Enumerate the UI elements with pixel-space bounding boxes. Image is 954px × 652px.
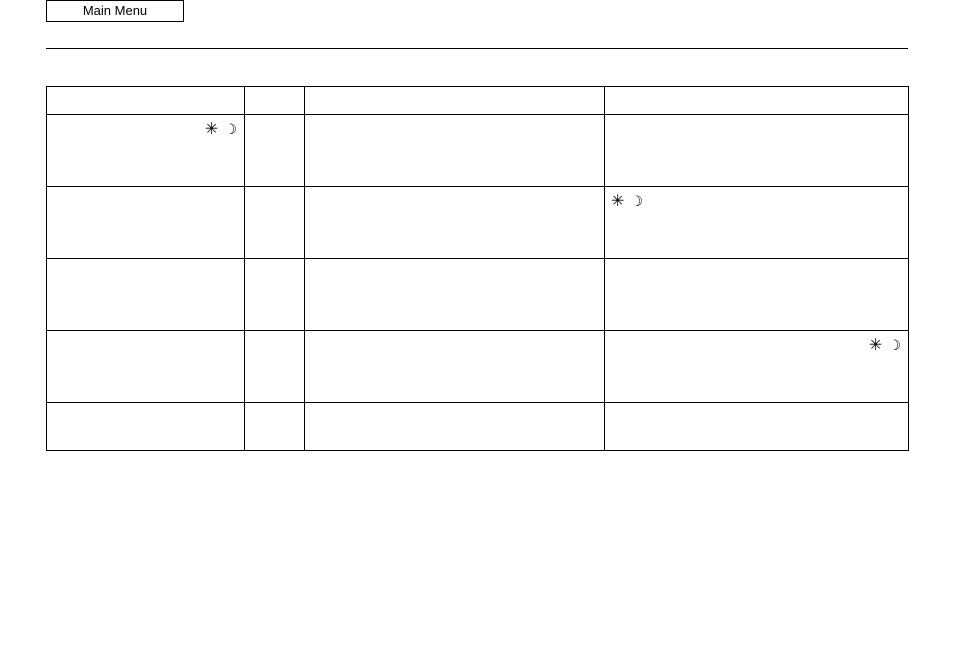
table-cell: ✳ ☽ xyxy=(605,331,909,403)
table-cell xyxy=(47,259,245,331)
table-cell xyxy=(605,115,909,187)
table-cell xyxy=(305,187,605,259)
table-row xyxy=(47,403,909,451)
table-cell xyxy=(47,187,245,259)
table-header-row xyxy=(47,87,909,115)
main-menu-button[interactable]: Main Menu xyxy=(46,0,184,22)
table-cell xyxy=(245,403,305,451)
table-row xyxy=(47,259,909,331)
table-row: ✳ ☽ xyxy=(47,187,909,259)
sun-moon-icon: ✳ ☽ xyxy=(205,119,238,140)
table-cell xyxy=(305,259,605,331)
table-header-cell xyxy=(245,87,305,115)
sun-moon-icon: ✳ ☽ xyxy=(869,335,902,356)
table-header-cell xyxy=(305,87,605,115)
table-header-cell xyxy=(47,87,245,115)
table-cell: ✳ ☽ xyxy=(605,187,909,259)
table-cell xyxy=(245,331,305,403)
content-table: ✳ ☽ ✳ ☽ ✳ ☽ xyxy=(46,86,909,451)
sun-moon-icon: ✳ ☽ xyxy=(611,191,644,212)
table-cell xyxy=(245,259,305,331)
table-cell xyxy=(605,403,909,451)
table-row: ✳ ☽ xyxy=(47,331,909,403)
table-cell xyxy=(245,187,305,259)
horizontal-rule xyxy=(46,48,908,49)
table-cell xyxy=(305,115,605,187)
table-row: ✳ ☽ xyxy=(47,115,909,187)
table-cell xyxy=(305,403,605,451)
table-cell xyxy=(47,331,245,403)
table-cell xyxy=(47,403,245,451)
table-header-cell xyxy=(605,87,909,115)
table-cell xyxy=(305,331,605,403)
table-cell xyxy=(245,115,305,187)
table-cell: ✳ ☽ xyxy=(47,115,245,187)
table-cell xyxy=(605,259,909,331)
